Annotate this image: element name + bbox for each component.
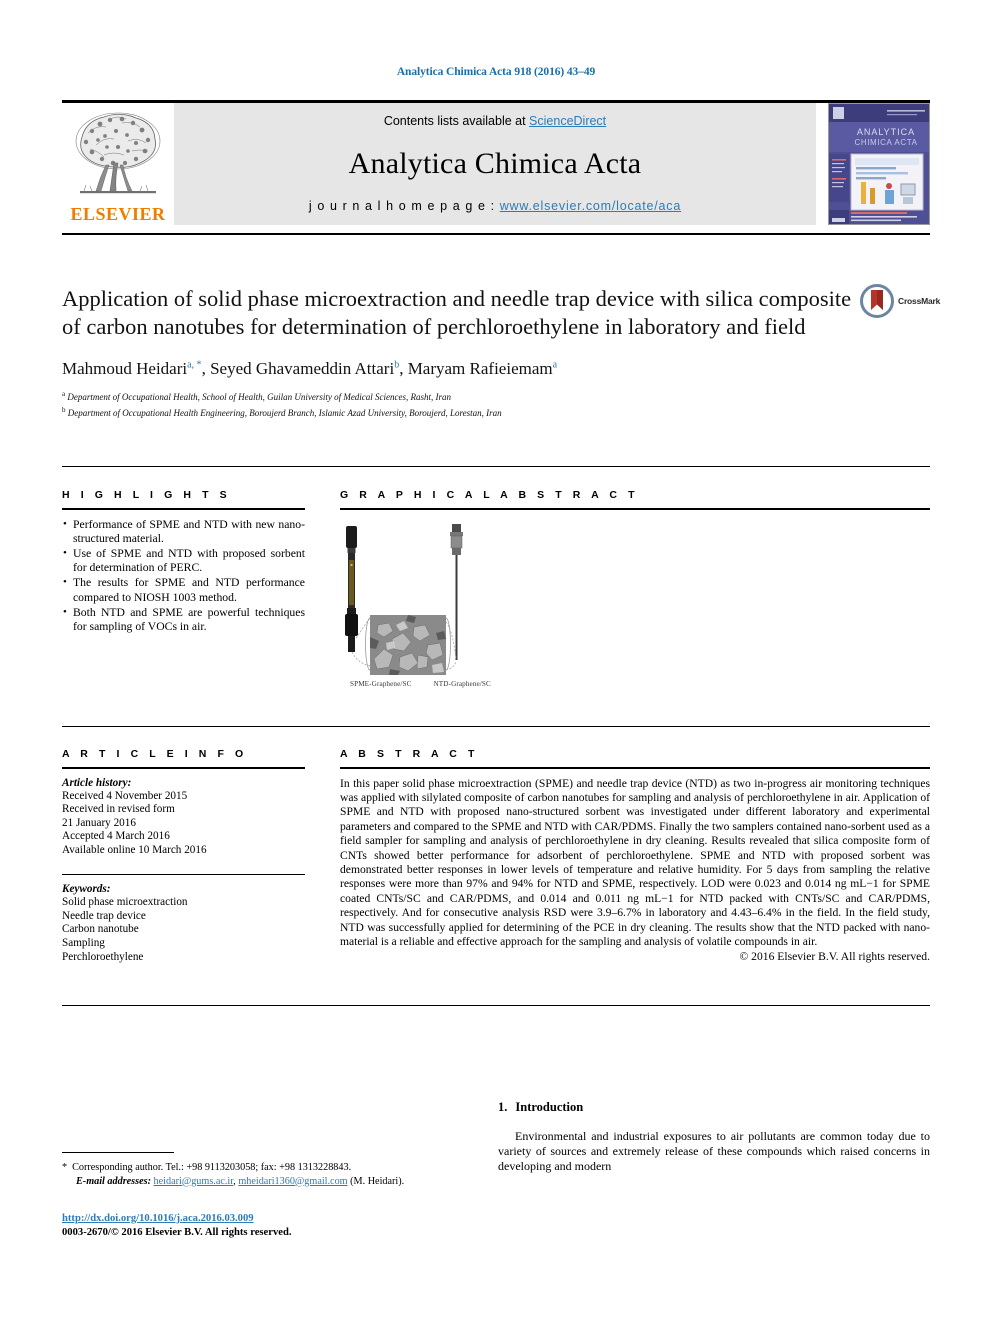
footnote-block: * Corresponding author. Tel.: +98 9113203…: [62, 1161, 492, 1188]
footnote-rule: [62, 1152, 174, 1153]
meta-spacer: [62, 858, 305, 874]
keywords-rule: [62, 873, 305, 876]
article-info-rule: [62, 767, 305, 769]
journal-homepage-link[interactable]: www.elsevier.com/locate/aca: [500, 199, 681, 213]
affiliation-mark: a: [62, 390, 66, 398]
section-title: Introduction: [515, 1100, 584, 1114]
author-name: Mahmoud Heidari: [62, 359, 188, 378]
contents-available-line: Contents lists available at ScienceDirec…: [384, 114, 606, 128]
abstract-copyright: © 2016 Elsevier B.V. All rights reserved…: [739, 950, 930, 964]
keyword-item: Perchloroethylene: [62, 950, 144, 963]
keyword-item: Needle trap device: [62, 909, 146, 922]
ga-caption-left: SPME-Graphene/SC: [350, 679, 412, 688]
section-number: 1.: [498, 1100, 508, 1114]
introduction-paragraph: Environmental and industrial exposures t…: [498, 1129, 930, 1173]
introduction-section: 1. Introduction Environmental and industr…: [498, 1100, 930, 1174]
author-affil-mark: a: [552, 359, 558, 371]
elsevier-wordmark: ELSEVIER: [70, 204, 166, 224]
highlights-section: H I G H L I G H T S Performance of SPME …: [62, 489, 305, 635]
introduction-heading: 1. Introduction: [498, 1100, 930, 1115]
list-item: Use of SPME and NTD with proposed sorben…: [62, 546, 305, 575]
email-link-1[interactable]: heidari@gums.ac.ir: [154, 1176, 234, 1187]
elsevier-logo: ELSEVIER: [62, 103, 174, 225]
graphical-abstract-heading: G R A P H I C A L A B S T R A C T: [340, 489, 639, 501]
journal-title: Analytica Chimica Acta: [348, 146, 642, 180]
affiliation-list: a Department of Occupational Health, Sch…: [62, 388, 852, 419]
highlights-separator-rule: [62, 466, 930, 467]
crossmark-icon: [860, 284, 894, 318]
journal-article-page: Analytica Chimica Acta 918 (2016) 43–49: [0, 0, 992, 1323]
journal-contents-band: Contents lists available at ScienceDirec…: [174, 103, 816, 225]
article-history-item: Available online 10 March 2016: [62, 843, 207, 856]
contents-prefix: Contents lists available at: [383, 114, 530, 128]
journal-masthead: ELSEVIER Contents lists available at Sci…: [62, 100, 930, 225]
article-history-item: Received in revised form: [62, 803, 175, 816]
article-info-section: A R T I C L E I N F O Article history: R…: [62, 748, 305, 964]
keyword-item: Carbon nanotube: [62, 923, 139, 936]
author-affil-mark: b: [394, 359, 400, 371]
abstract-bottom-rule: [62, 1005, 930, 1006]
graphical-abstract-figure: SPME-Graphene/SC NTD-Graphene/SC: [340, 518, 930, 698]
footnote-star: *: [62, 1162, 68, 1173]
graphical-abstract-section: G R A P H I C A L A B S T R A C T SPME-G…: [340, 489, 930, 698]
affiliation-a: a Department of Occupational Health, Sch…: [62, 388, 852, 404]
article-info-heading: A R T I C L E I N F O: [62, 748, 248, 760]
sem-image: [370, 614, 446, 675]
highlights-rule: [62, 508, 305, 510]
elsevier-tree-icon: [75, 112, 161, 194]
email-label: E-mail addresses:: [76, 1175, 151, 1187]
abstract-section: A B S T R A C T In this paper solid phas…: [340, 748, 930, 963]
article-info-separator-rule: [62, 726, 930, 727]
issn-copyright-line: 0003-2670/© 2016 Elsevier B.V. All right…: [62, 1227, 292, 1238]
affiliation-text: Department of Occupational Health Engine…: [67, 407, 502, 418]
homepage-label: j o u r n a l h o m e p a g e :: [308, 199, 500, 213]
article-history-item: Accepted 4 March 2016: [62, 830, 170, 843]
article-title: Application of solid phase microextracti…: [62, 286, 852, 339]
author-list: Mahmoud Heidaria, *, Seyed Ghavameddin A…: [62, 359, 558, 378]
email-suffix: (M. Heidari).: [350, 1175, 405, 1187]
doi-block: http://dx.doi.org/10.1016/j.aca.2016.03.…: [62, 1212, 492, 1240]
list-item: Performance of SPME and NTD with new nan…: [62, 517, 305, 546]
graphical-abstract-caption: SPME-Graphene/SC NTD-Graphene/SC: [350, 680, 491, 688]
title-separator-rule: [62, 233, 930, 235]
keyword-item: Sampling: [62, 936, 105, 949]
abstract-heading: A B S T R A C T: [340, 748, 479, 760]
author-affil-mark: a, *: [187, 359, 202, 371]
article-history-item: Received 4 November 2015: [62, 789, 188, 802]
doi-link[interactable]: http://dx.doi.org/10.1016/j.aca.2016.03.…: [62, 1213, 254, 1224]
highlights-heading: H I G H L I G H T S: [62, 489, 231, 501]
author-name: Seyed Ghavameddin Attari: [210, 359, 395, 378]
ga-caption-right: NTD-Graphene/SC: [433, 679, 491, 688]
corresponding-author-line: * Corresponding author. Tel.: +98 9113203…: [62, 1161, 492, 1175]
graphical-abstract-rule: [340, 508, 930, 510]
affiliation-text: Department of Occupational Health, Schoo…: [67, 392, 452, 402]
sciencedirect-link[interactable]: ScienceDirect: [529, 114, 606, 128]
cover-art: ANALYTICA CHIMICA ACTA: [829, 104, 929, 224]
crossmark-badge[interactable]: CrossMark: [860, 284, 952, 318]
email-link-2[interactable]: mheidari1360@gmail.com: [238, 1176, 347, 1187]
journal-cover-thumbnail[interactable]: ANALYTICA CHIMICA ACTA: [828, 103, 930, 225]
journal-homepage-line: j o u r n a l h o m e p a g e : www.else…: [309, 199, 681, 213]
author-name: Maryam Rafieiemam: [407, 359, 553, 378]
svg-text:ANALYTICA: ANALYTICA: [857, 127, 915, 137]
email-line: E-mail addresses: heidari@gums.ac.ir, mh…: [76, 1175, 405, 1187]
svg-text:CHIMICA ACTA: CHIMICA ACTA: [854, 138, 917, 147]
affiliation-mark: b: [62, 405, 66, 414]
article-header: Application of solid phase microextracti…: [62, 285, 852, 419]
abstract-rule: [340, 767, 930, 769]
corresponding-author-text: Corresponding author. Tel.: +98 91132030…: [72, 1162, 352, 1173]
sem-micrograph: [370, 614, 446, 675]
crossmark-label: CrossMark: [898, 296, 941, 306]
keyword-item: Solid phase microextraction: [62, 896, 188, 909]
article-history-label: Article history:: [62, 776, 132, 789]
abstract-body: In this paper solid phase microextractio…: [340, 776, 930, 949]
keywords-label: Keywords:: [62, 883, 111, 896]
article-history-item: 21 January 2016: [62, 816, 136, 829]
list-item: Both NTD and SPME are powerful technique…: [62, 605, 305, 634]
list-item: The results for SPME and NTD performance…: [62, 575, 305, 604]
running-head: Analytica Chimica Acta 918 (2016) 43–49: [396, 66, 596, 78]
affiliation-b: b Department of Occupational Health Engi…: [62, 404, 852, 420]
highlights-list: Performance of SPME and NTD with new nan…: [62, 517, 305, 635]
